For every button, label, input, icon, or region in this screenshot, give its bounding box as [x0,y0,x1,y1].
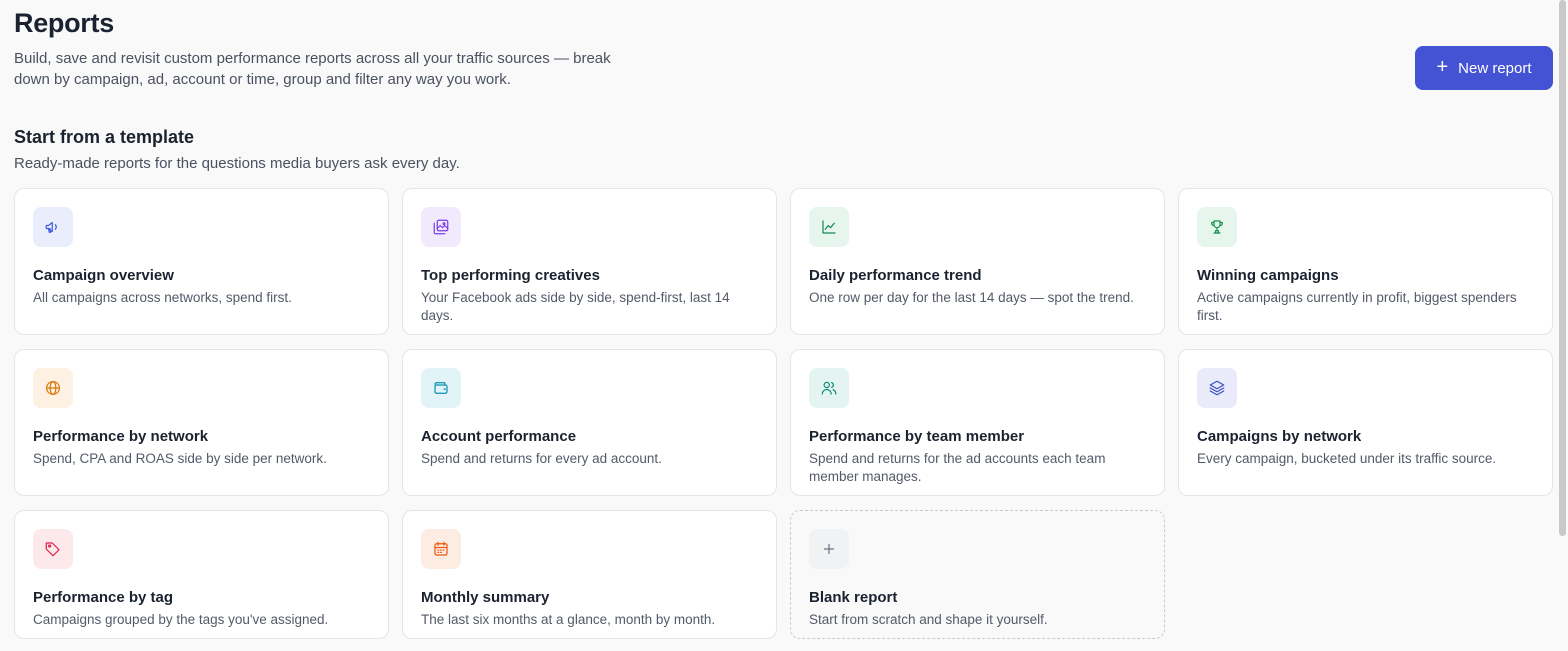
page-header: Reports Build, save and revisit custom p… [14,0,1554,118]
template-title: Account performance [421,428,577,445]
template-icon-box [1197,368,1237,408]
template-grid: Campaign overview All campaigns across ne… [14,188,1553,639]
tag-icon [45,542,60,557]
template-description: Active campaigns currently in profit, bi… [1197,290,1517,323]
template-description: Spend, CPA and ROAS side by side per net… [33,451,327,466]
template-description: The last six months at a glance, month b… [421,612,716,627]
template-card[interactable]: Campaign overview All campaigns across ne… [14,188,389,335]
template-icon-box [809,207,849,247]
template-icon-box [421,368,461,408]
scrollbar[interactable] [1559,0,1566,536]
template-title: Performance by network [33,428,209,445]
template-title: Daily performance trend [809,267,982,284]
template-description: Campaigns grouped by the tags you've ass… [33,612,329,627]
trophy-icon [1211,220,1223,234]
megaphone-icon [45,221,57,233]
template-icon-box [1197,207,1237,247]
reports-page: Reports Build, save and revisit custom p… [0,0,1568,651]
template-card[interactable]: Account performance Spend and returns for… [402,349,777,496]
template-card[interactable]: Monthly summary The last six months at a … [402,510,777,639]
template-card[interactable]: Winning campaigns Active campaigns curren… [1178,188,1553,335]
template-title: Winning campaigns [1197,267,1339,284]
template-icon-box [809,529,849,569]
images-icon [433,219,449,235]
wallet-icon [434,382,448,394]
template-title: Campaign overview [33,267,174,284]
template-card[interactable]: Performance by tag Campaigns grouped by t… [14,510,389,639]
layers-icon [1209,380,1225,396]
calendar-icon [434,541,448,556]
template-description: One row per day for the last 14 days — s… [809,290,1134,305]
template-description: Every campaign, bucketed under its traff… [1197,451,1497,466]
template-card[interactable]: Top performing creatives Your Facebook ad… [402,188,777,335]
template-title: Top performing creatives [421,267,600,284]
template-icon-box [421,529,461,569]
template-description: Spend and returns for the ad accounts ea… [809,451,1106,484]
page-title: Reports [14,8,114,38]
new-report-button[interactable]: + New report [1415,46,1553,90]
section-title: Start from a template [14,127,195,147]
template-card[interactable]: Campaigns by network Every campaign, buck… [1178,349,1553,496]
template-description: Your Facebook ads side by side, spend-fi… [421,290,730,323]
template-icon-box [809,368,849,408]
template-icon-box [33,529,73,569]
template-description: All campaigns across networks, spend fir… [33,290,292,305]
template-icon-box [421,207,461,247]
template-title: Monthly summary [421,589,550,606]
template-title: Blank report [809,589,898,606]
users-icon [821,381,837,395]
line-chart-icon [822,220,836,234]
template-title: Performance by team member [809,428,1025,445]
template-title: Campaigns by network [1197,428,1362,445]
template-card[interactable]: Performance by team member Spend and retu… [790,349,1165,496]
template-card[interactable]: Daily performance trend One row per day f… [790,188,1165,335]
template-description: Start from scratch and shape it yourself… [809,612,1048,627]
template-card[interactable]: Performance by network Spend, CPA and ROA… [14,349,389,496]
template-icon-box [33,368,73,408]
template-description: Spend and returns for every ad account. [421,451,662,466]
plus-icon: + [1436,56,1449,78]
template-icon-box [33,207,73,247]
plus-icon [823,543,835,555]
new-report-label: New report [1458,59,1532,77]
blank-report-card[interactable]: Blank report Start from scratch and shape… [790,510,1165,639]
section-subtitle: Ready-made reports for the questions med… [14,155,460,172]
page-description: Build, save and revisit custom performan… [14,50,611,88]
template-title: Performance by tag [33,589,174,606]
globe-icon [46,381,60,395]
